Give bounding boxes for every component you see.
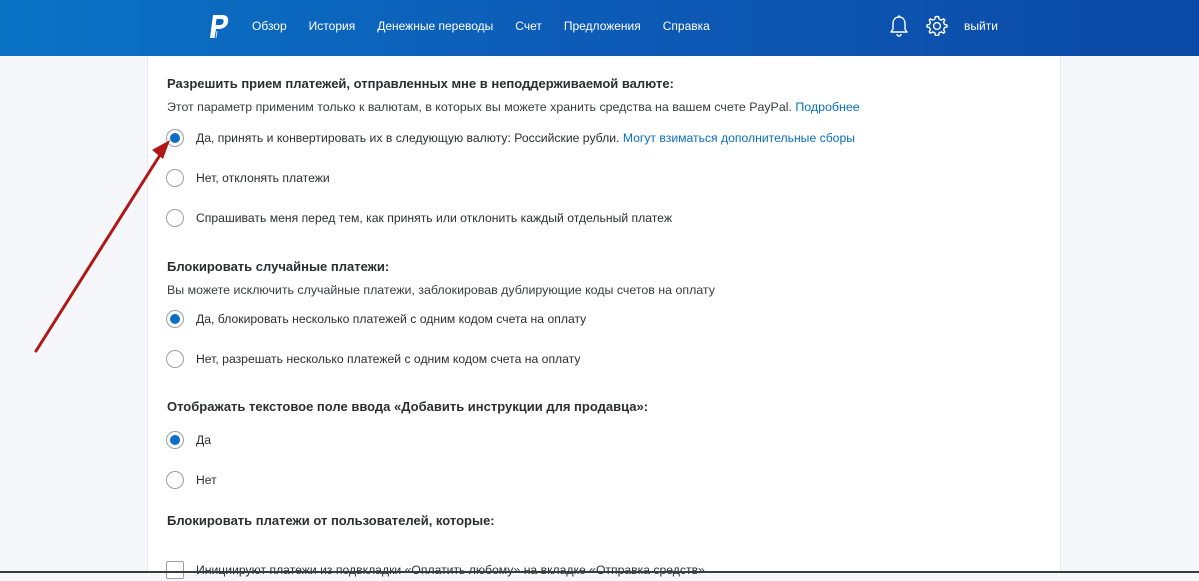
currency-option-ask[interactable]: Спрашивать меня перед тем, как принять и… [166, 207, 672, 229]
currency-section-title: Разрешить прием платежей, отправленных м… [167, 76, 674, 91]
block-users-section-title: Блокировать платежи от пользователей, ко… [167, 513, 495, 528]
instructions-option-no[interactable]: Нет [166, 469, 217, 491]
duplicates-option-block[interactable]: Да, блокировать несколько платежей с одн… [166, 308, 586, 330]
currency-option-accept[interactable]: Да, принять и конвертировать их в следую… [166, 127, 855, 149]
currency-accept-radio[interactable] [166, 129, 184, 147]
currency-option-decline[interactable]: Нет, отклонять платежи [166, 167, 330, 189]
currency-ask-label[interactable]: Спрашивать меня перед тем, как принять и… [196, 211, 672, 225]
duplicates-option-allow[interactable]: Нет, разрешать несколько платежей с одни… [166, 348, 581, 370]
currency-section-description: Этот параметр применим только к валютам,… [167, 100, 860, 114]
currency-decline-radio[interactable] [166, 169, 184, 187]
learn-more-link[interactable]: Подробнее [795, 100, 859, 114]
nav-overview[interactable]: Обзор [243, 19, 296, 33]
instructions-section-title: Отображать текстовое поле ввода «Добавит… [167, 399, 649, 414]
top-navigation-bar: Обзор История Денежные переводы Счет Пре… [0, 0, 1199, 56]
duplicates-block-radio[interactable] [166, 310, 184, 328]
currency-ask-radio[interactable] [166, 209, 184, 227]
duplicates-section-description: Вы можете исключить случайные платежи, з… [167, 283, 715, 297]
gear-icon [926, 15, 948, 36]
logout-link[interactable]: выйти [964, 19, 998, 33]
paypal-logo-icon[interactable] [207, 14, 231, 40]
duplicates-allow-label[interactable]: Нет, разрешать несколько платежей с одни… [196, 352, 581, 366]
block-users-option-send-anyone[interactable]: Инициируют платежи из подвкладки «Оплати… [166, 559, 705, 581]
instructions-no-radio[interactable] [166, 471, 184, 489]
additional-fees-link[interactable]: Могут взиматься дополнительные сборы [623, 131, 855, 145]
duplicates-section-title: Блокировать случайные платежи: [167, 259, 390, 274]
settings-button[interactable] [924, 13, 950, 39]
instructions-yes-label[interactable]: Да [196, 433, 211, 447]
nav-history[interactable]: История [300, 19, 365, 33]
settings-card: Разрешить прием платежей, отправленных м… [147, 56, 1061, 579]
block-send-anyone-label[interactable]: Инициируют платежи из подвкладки «Оплати… [196, 563, 705, 577]
nav-transfers[interactable]: Денежные переводы [368, 19, 502, 33]
duplicates-allow-radio[interactable] [166, 350, 184, 368]
currency-accept-label[interactable]: Да, принять и конвертировать их в следую… [196, 131, 855, 145]
main-nav: Обзор История Денежные переводы Счет Пре… [243, 0, 723, 52]
nav-help[interactable]: Справка [654, 19, 719, 33]
currency-decline-label[interactable]: Нет, отклонять платежи [196, 171, 330, 185]
instructions-yes-radio[interactable] [166, 431, 184, 449]
header-actions: выйти [886, 0, 998, 52]
bell-icon [890, 15, 908, 37]
block-send-anyone-checkbox[interactable] [166, 561, 184, 579]
nav-account[interactable]: Счет [506, 19, 551, 33]
instructions-option-yes[interactable]: Да [166, 429, 211, 451]
nav-offers[interactable]: Предложения [555, 19, 650, 33]
currency-description-text: Этот параметр применим только к валютам,… [167, 100, 792, 114]
duplicates-block-label[interactable]: Да, блокировать несколько платежей с одн… [196, 312, 586, 326]
notifications-button[interactable] [886, 13, 912, 39]
instructions-no-label[interactable]: Нет [196, 473, 217, 487]
